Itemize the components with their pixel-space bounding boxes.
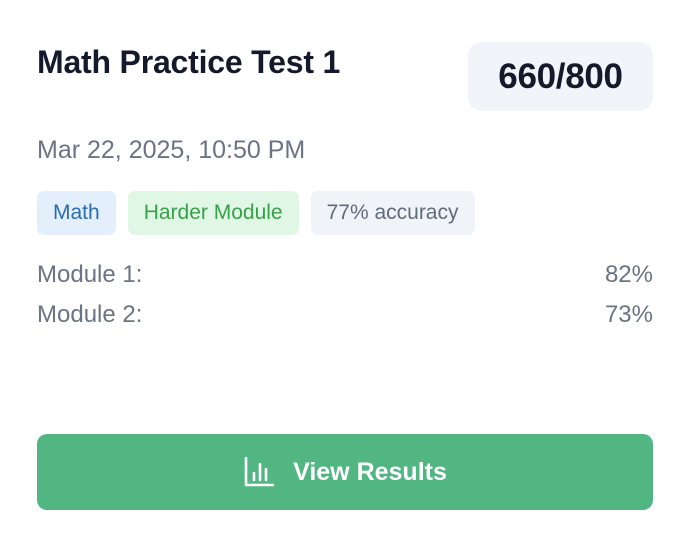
score-box: 660/800 bbox=[468, 42, 653, 111]
bar-chart-icon bbox=[243, 456, 275, 488]
test-result-card: Math Practice Test 1 660/800 Mar 22, 202… bbox=[0, 0, 694, 550]
module-label: Module 1: bbox=[37, 261, 143, 288]
module-label: Module 2: bbox=[37, 301, 143, 328]
module-value: 82% bbox=[604, 261, 653, 288]
module-row: Module 2: 73% bbox=[37, 299, 653, 339]
subject-badge: Math bbox=[37, 191, 116, 235]
module-badge: Harder Module bbox=[127, 191, 299, 235]
module-value: 73% bbox=[604, 301, 653, 328]
badge-list: Math Harder Module 77% accuracy bbox=[37, 191, 475, 235]
view-results-button[interactable]: View Results bbox=[37, 434, 653, 510]
accuracy-badge: 77% accuracy bbox=[310, 191, 475, 235]
score-value: 660/800 bbox=[498, 56, 623, 96]
card-header: Math Practice Test 1 660/800 bbox=[37, 42, 653, 112]
view-results-label: View Results bbox=[293, 457, 447, 486]
module-row: Module 1: 82% bbox=[37, 259, 653, 299]
test-title: Math Practice Test 1 bbox=[37, 44, 341, 80]
test-date: Mar 22, 2025, 10:50 PM bbox=[37, 136, 306, 164]
module-scores: Module 1: 82% Module 2: 73% bbox=[37, 259, 653, 339]
